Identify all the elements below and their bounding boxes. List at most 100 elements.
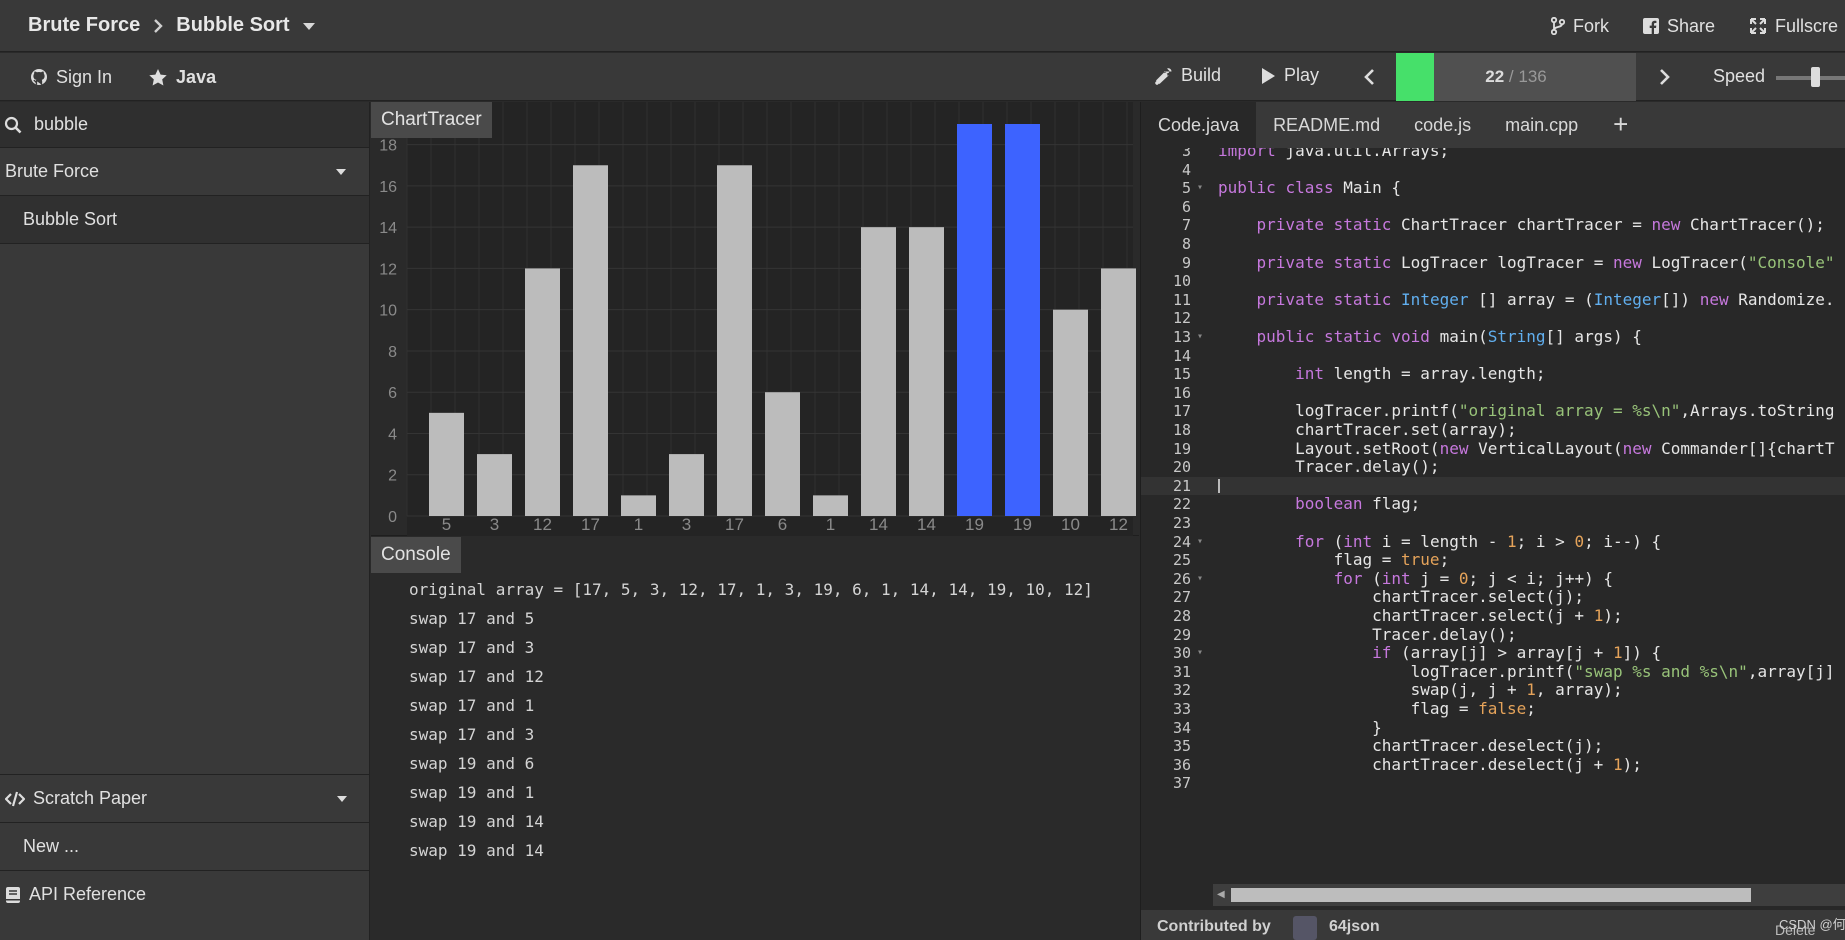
- tab-readme[interactable]: README.md: [1256, 102, 1397, 148]
- tab-code-java[interactable]: Code.java: [1141, 102, 1257, 148]
- fold-toggle-icon[interactable]: ▾: [1197, 179, 1203, 198]
- code-line[interactable]: 18 chartTracer.set(array);: [1141, 420, 1845, 440]
- code-line[interactable]: 17 logTracer.printf("original array = %s…: [1141, 402, 1845, 421]
- code-line[interactable]: 21: [1141, 476, 1845, 496]
- code-line[interactable]: 25 flag = true;: [1141, 550, 1845, 570]
- code-line[interactable]: 33 flag = false;: [1141, 699, 1845, 719]
- scrollbar-thumb[interactable]: [1231, 888, 1751, 902]
- build-button[interactable]: Build: [1155, 65, 1221, 86]
- progress-bar[interactable]: 22 / 136: [1396, 53, 1636, 101]
- sidebar-category-label: Brute Force: [5, 161, 100, 181]
- code-line[interactable]: 22 boolean flag;: [1141, 495, 1845, 514]
- sign-in-button[interactable]: Sign In: [30, 67, 112, 88]
- scratch-paper-toggle[interactable]: Scratch Paper: [0, 774, 370, 822]
- code-line[interactable]: 8: [1141, 235, 1845, 254]
- fold-toggle-icon[interactable]: ▾: [1197, 570, 1203, 589]
- chart-tracer-panel: ChartTracer 0 2 4 6 8 10 12 14 16 18 5 3 12 17 1 3 17 6 1 1…: [371, 102, 1139, 536]
- code-line[interactable]: 15 int length = array.length;: [1141, 364, 1845, 384]
- code-line[interactable]: 9 private static LogTracer logTracer = n…: [1141, 253, 1845, 273]
- code-line[interactable]: 11 private static Integer [] array = (In…: [1141, 289, 1845, 310]
- play-button[interactable]: Play: [1260, 65, 1319, 86]
- x-tick-label: 1: [634, 515, 643, 534]
- code-line[interactable]: 37: [1141, 774, 1845, 793]
- code-line[interactable]: 13 ▾ public static void main(String[] arg…: [1141, 327, 1845, 347]
- console-line: swap 17 and 1: [409, 696, 535, 715]
- code-line[interactable]: 35 chartTracer.deselect(j);: [1141, 737, 1845, 756]
- tab-code-js[interactable]: code.js: [1397, 102, 1488, 148]
- progress-total: / 136: [1508, 67, 1547, 86]
- code-area[interactable]: 3 import java.util.Arrays; 4 5 ▾ public class…: [1141, 148, 1845, 886]
- code-line[interactable]: 30 ▾ if (array[j] > array[j + 1]) {: [1141, 643, 1845, 663]
- chart-panel-title: ChartTracer: [371, 102, 492, 138]
- x-tick-label: 19: [965, 515, 984, 534]
- new-label: New ...: [23, 836, 80, 856]
- contributor-name[interactable]: 64json: [1329, 918, 1380, 936]
- sidebar-item-bubble-sort[interactable]: Bubble Sort: [0, 196, 369, 244]
- horizontal-scrollbar[interactable]: ◀: [1213, 884, 1845, 906]
- code-line[interactable]: 36 chartTracer.deselect(j + 1);: [1141, 755, 1845, 775]
- code-line[interactable]: 23: [1141, 514, 1845, 533]
- y-tick-label: 10: [379, 303, 397, 320]
- editor-tabs: Code.java README.md code.js main.cpp +: [1141, 102, 1845, 148]
- new-scratch-paper-button[interactable]: New ...: [0, 822, 370, 870]
- code-text: Layout.setRoot(new VerticalLayout(new Co…: [1218, 438, 1835, 458]
- tab-main-cpp[interactable]: main.cpp: [1488, 102, 1595, 148]
- code-line[interactable]: 3 import java.util.Arrays;: [1141, 148, 1845, 161]
- code-text: private static Integer [] array = (Integ…: [1256, 289, 1835, 309]
- search-input[interactable]: [34, 114, 334, 135]
- speed-label: Speed: [1713, 66, 1766, 86]
- console-line: swap 19 and 14: [409, 812, 544, 831]
- step-forward-button[interactable]: [1659, 68, 1671, 86]
- fork-button[interactable]: Fork: [1550, 16, 1609, 37]
- x-tick-label: 14: [917, 515, 936, 534]
- fullscreen-button[interactable]: Fullscre: [1749, 16, 1845, 37]
- share-button[interactable]: Share: [1642, 16, 1715, 37]
- code-line[interactable]: 34 }: [1141, 718, 1845, 738]
- code-text: chartTracer.select(j + 1);: [1218, 606, 1623, 625]
- code-line[interactable]: 7 private static ChartTracer chartTracer…: [1141, 216, 1845, 235]
- code-line[interactable]: 10: [1141, 272, 1845, 291]
- code-line[interactable]: 28 chartTracer.select(j + 1);: [1141, 606, 1845, 626]
- code-line[interactable]: 27 chartTracer.select(j);: [1141, 588, 1845, 607]
- code-text: for (int j = 0; j < i; j++) {: [1333, 568, 1613, 588]
- code-line[interactable]: 6: [1141, 198, 1845, 217]
- fold-toggle-icon[interactable]: ▾: [1197, 644, 1203, 663]
- api-reference-link[interactable]: API Reference: [0, 870, 370, 918]
- fold-toggle-icon[interactable]: ▾: [1197, 328, 1203, 347]
- code-line[interactable]: 32 swap(j, j + 1, array);: [1141, 681, 1845, 700]
- scroll-left-arrow-icon[interactable]: ◀: [1217, 889, 1225, 900]
- code-line[interactable]: 20 Tracer.delay();: [1141, 458, 1845, 477]
- code-line[interactable]: 14: [1141, 347, 1845, 366]
- sidebar-category-brute-force[interactable]: Brute Force: [0, 148, 369, 196]
- speed-slider-handle[interactable]: [1811, 67, 1821, 87]
- x-tick-label: 17: [581, 515, 600, 534]
- code-line[interactable]: 12: [1141, 309, 1845, 328]
- code-line[interactable]: 5 ▾ public class Main {: [1141, 178, 1845, 198]
- code-line[interactable]: 4: [1141, 161, 1845, 180]
- bar: [621, 495, 656, 516]
- code-line[interactable]: 19 Layout.setRoot(new VerticalLayout(new…: [1141, 438, 1845, 459]
- add-tab-button[interactable]: +: [1595, 102, 1646, 148]
- code-line[interactable]: 16: [1141, 384, 1845, 403]
- line-number: 35: [1172, 737, 1191, 756]
- language-button[interactable]: Java: [148, 67, 216, 88]
- avatar[interactable]: [1293, 916, 1317, 940]
- language-label: Java: [176, 66, 217, 87]
- code-line[interactable]: 31 logTracer.printf("swap %s and %s\n",a…: [1141, 662, 1845, 682]
- fold-toggle-icon[interactable]: ▾: [1197, 533, 1203, 552]
- code-text: chartTracer.deselect(j);: [1218, 736, 1604, 756]
- search-bar: [0, 102, 369, 148]
- code-line[interactable]: 24 ▾ for (int i = length - 1; i > 0; i--)…: [1141, 532, 1845, 552]
- step-back-button[interactable]: [1363, 68, 1375, 86]
- x-tick-label: 14: [869, 515, 888, 534]
- breadcrumb-algorithm[interactable]: Bubble Sort: [176, 14, 289, 37]
- bar: [717, 165, 752, 516]
- bar: [813, 495, 848, 516]
- x-tick-label: 3: [682, 515, 691, 534]
- code-line[interactable]: 29 Tracer.delay();: [1141, 625, 1845, 645]
- code-line[interactable]: 26 ▾ for (int j = 0; j < i; j++) {: [1141, 568, 1845, 589]
- caret-down-icon[interactable]: [302, 21, 316, 31]
- breadcrumb-category[interactable]: Brute Force: [28, 14, 140, 37]
- code-text: chartTracer.set(array);: [1218, 420, 1517, 439]
- code-editor-panel: Code.java README.md code.js main.cpp + 3…: [1140, 102, 1845, 940]
